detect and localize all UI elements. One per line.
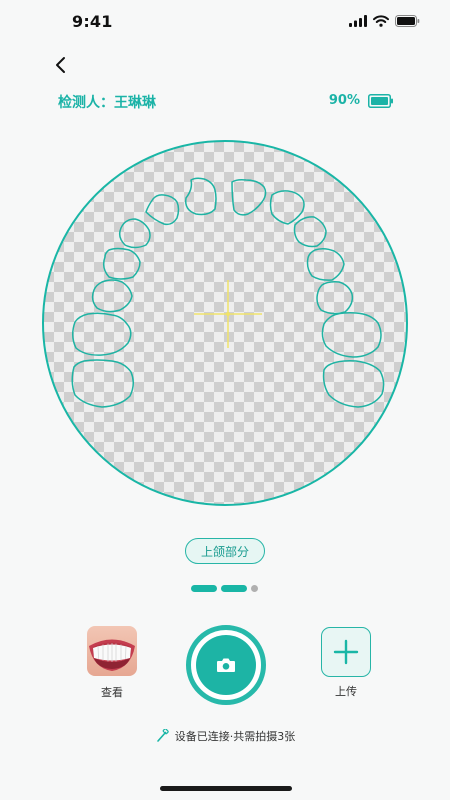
- photo-thumbnail[interactable]: [87, 626, 137, 676]
- battery-percent: 90%: [328, 93, 360, 108]
- inspector-label: 检测人：王琳琳: [58, 95, 156, 111]
- plus-icon: [333, 639, 359, 665]
- pager-step-2[interactable]: [221, 585, 247, 592]
- shutter-core: [196, 635, 256, 695]
- wifi-icon: [373, 15, 389, 27]
- status-icons: [349, 15, 420, 27]
- crosshair-icon: [194, 280, 262, 348]
- info-row: 检测人：王琳琳 90%: [58, 92, 394, 114]
- teeth-photo: [87, 626, 137, 676]
- chevron-left-icon: [56, 57, 65, 73]
- upload-button[interactable]: [321, 627, 371, 677]
- view-label: 查看: [101, 686, 123, 699]
- device-status-text: 设备已连接·共需拍摄3张: [174, 730, 296, 743]
- pager-step-3[interactable]: [251, 585, 258, 592]
- jaw-section-chip[interactable]: 上颌部分: [185, 538, 265, 564]
- status-bar: 9:41: [0, 0, 450, 44]
- camera-preview: [42, 140, 408, 506]
- signal-icon: [349, 15, 367, 27]
- back-button[interactable]: [48, 50, 76, 80]
- toothbrush-icon: [156, 729, 169, 742]
- status-battery-icon: [395, 15, 420, 27]
- status-time: 9:41: [72, 12, 113, 31]
- battery-icon: [368, 93, 393, 108]
- upload-label: 上传: [335, 685, 357, 698]
- pager: [191, 585, 258, 592]
- shutter-button[interactable]: [186, 625, 266, 705]
- camera-icon: [217, 658, 235, 672]
- home-indicator: [160, 786, 292, 791]
- device-status: 设备已连接·共需拍摄3张: [0, 728, 450, 744]
- device-battery: 90%: [329, 93, 394, 108]
- pager-step-1[interactable]: [191, 585, 217, 592]
